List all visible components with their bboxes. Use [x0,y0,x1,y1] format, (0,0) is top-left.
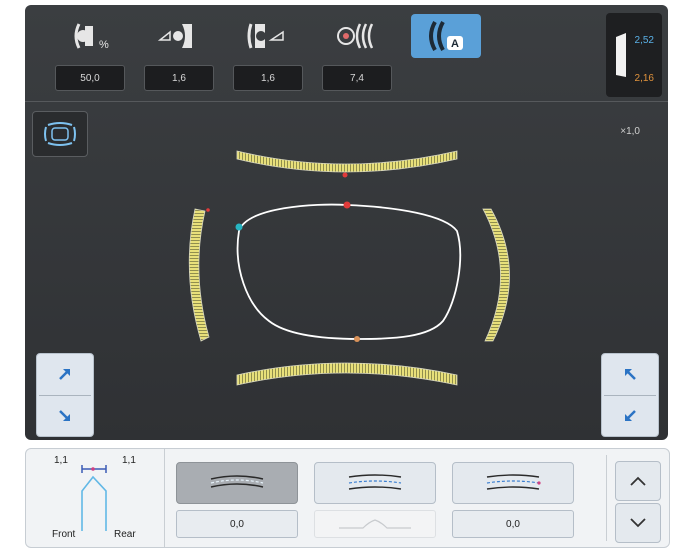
bevel-preview-shape-icon [339,519,411,529]
rotate-up-left-button[interactable] [37,354,93,394]
left-bevel-profile [188,208,210,342]
rotate-up-right-button[interactable] [602,354,658,394]
lens-percent-tool[interactable]: % [55,14,125,58]
bevel-type-2-preview [314,510,436,538]
edging-simulation-panel: % 50,0 1,6 1,6 7,4 A 2,52 2,16 ×1,0 [25,5,668,440]
front-bevel-value[interactable]: 1,6 [144,65,214,91]
rear-label: Rear [114,529,136,540]
chevron-down-icon [630,518,646,528]
lens-edge-icon [616,33,626,77]
bevel-curve-tool[interactable] [322,14,392,58]
rear-bevel-icon [247,23,284,49]
lens-frame-outline [236,203,462,340]
lens-percent-value[interactable]: 50,0 [55,65,125,91]
bevel-type-1-button[interactable] [176,462,298,504]
rotate-down-right-button[interactable] [602,396,658,436]
right-bevel-profile [482,208,510,342]
front-bevel-icon [157,24,192,48]
lens-percent-icon: % [74,23,109,51]
top-profile-marker [342,172,348,178]
bevel-curve-type-3-icon [486,474,541,490]
front-label: Front [52,529,76,540]
bevel-type-3-button[interactable] [452,462,574,504]
rotate-left-control [36,353,94,437]
frame-nasal-marker [235,223,243,231]
top-bevel-profile [236,150,458,173]
chevron-up-icon [630,476,646,486]
frame-top-marker [343,201,351,209]
left-profile-marker [206,208,210,212]
bevel-type-1-value[interactable]: 0,0 [176,510,298,538]
bevel-type-2-button[interactable] [314,462,436,504]
arrow-down-right-icon [59,410,70,421]
bottom-bevel-profile [236,362,458,386]
scroll-down-button[interactable] [615,503,661,543]
rotate-right-control [601,353,659,437]
arrow-up-right-icon [59,369,70,380]
auto-bevel-tool[interactable]: A [411,14,481,58]
svg-text:A: A [451,38,459,50]
bevel-settings-panel: 1,1 1,1 Front Rear 0,0 0,0 [25,448,670,548]
svg-text:%: % [99,39,109,51]
bevel-curve-icon [337,23,374,49]
thickness-top-value: 2,52 [634,35,654,46]
auto-bevel-icon: A [429,21,463,51]
bevel-curve-value[interactable]: 7,4 [322,65,392,91]
arrow-down-left-icon [625,410,636,421]
rear-bevel-tool[interactable] [233,14,303,58]
rotate-down-left-button[interactable] [37,396,93,436]
edge-thickness-indicator: 2,52 2,16 [606,13,662,97]
lens-shape-canvas [188,150,510,386]
rear-bevel-value[interactable]: 1,6 [233,65,303,91]
bevel-profile-diagram: 1,1 1,1 Front Rear [26,449,165,547]
bevel-curve-type-1-icon [210,475,264,488]
bevel-cross-section-icon [81,465,107,531]
thickness-bottom-value: 2,16 [634,73,654,84]
tool-bar: % 50,0 1,6 1,6 7,4 A 2,52 2,16 [25,5,668,102]
arrow-up-left-icon [625,369,636,380]
front-bevel-tool[interactable] [144,14,214,58]
bevel-type-3-value[interactable]: 0,0 [452,510,574,538]
divider [606,455,607,541]
scroll-up-button[interactable] [615,461,661,501]
frame-bottom-marker [354,336,360,342]
bevel-curve-type-2-icon [348,474,402,490]
